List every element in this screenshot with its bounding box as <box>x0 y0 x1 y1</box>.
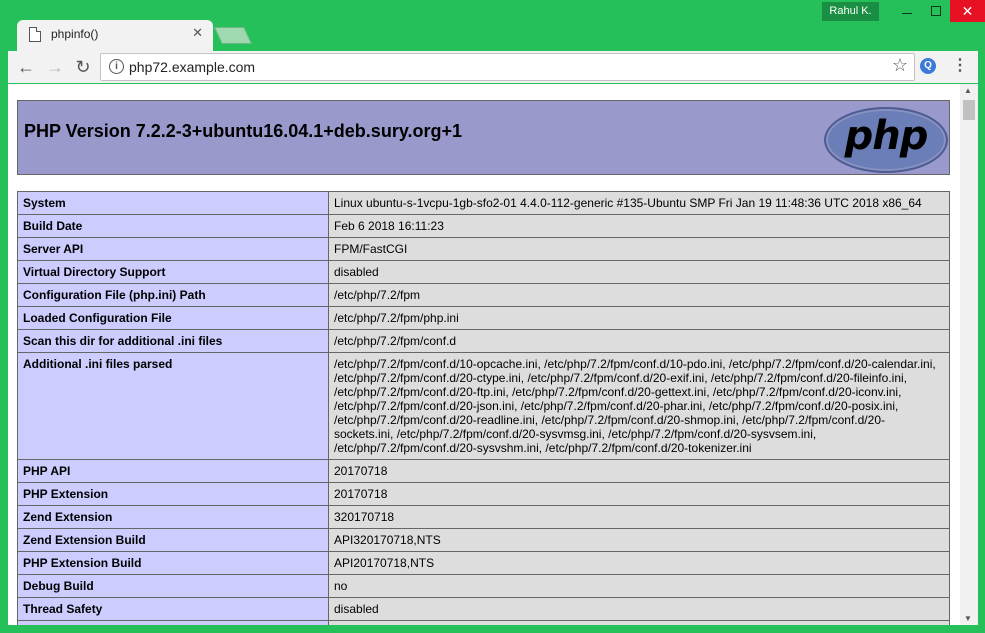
php-logo: php <box>824 107 948 173</box>
row-value: /etc/php/7.2/fpm <box>328 283 950 307</box>
row-value: API20170718,NTS <box>328 551 950 575</box>
info-table: System Linux ubuntu-s-1vcpu-1gb-sfo2-01 4… <box>17 191 950 625</box>
table-row: Virtual Directory Support disabled <box>17 260 950 284</box>
row-value: Linux ubuntu-s-1vcpu-1gb-sfo2-01 4.4.0-1… <box>328 191 950 215</box>
table-row: Scan this dir for additional .ini files /… <box>17 329 950 353</box>
row-key: Configuration File (php.ini) Path <box>17 283 329 307</box>
phpinfo-header: PHP Version 7.2.2-3+ubuntu16.04.1+deb.su… <box>17 100 950 175</box>
site-info-icon[interactable]: i <box>109 59 124 74</box>
php-logo-text: php <box>844 113 929 159</box>
row-value: /etc/php/7.2/fpm/conf.d/10-opcache.ini, … <box>328 352 950 460</box>
page-icon <box>29 27 41 42</box>
table-row: Debug Build no <box>17 574 950 598</box>
row-key: Zend Extension Build <box>17 528 329 552</box>
profile-name-badge[interactable]: Rahul K. <box>822 2 879 21</box>
address-bar[interactable]: i php72.example.com ☆ <box>100 53 915 81</box>
bookmark-star-icon[interactable]: ☆ <box>892 55 908 76</box>
row-key: Virtual Directory Support <box>17 260 329 284</box>
row-key: Scan this dir for additional .ini files <box>17 329 329 353</box>
close-window-button[interactable]: ✕ <box>950 0 985 22</box>
row-key: Zend Extension <box>17 505 329 529</box>
row-key: Debug Build <box>17 574 329 598</box>
row-key: Additional .ini files parsed <box>17 352 329 460</box>
window-bottom-border <box>0 625 985 633</box>
scroll-down-arrow-icon[interactable]: ▼ <box>964 614 972 623</box>
row-key: Server API <box>17 237 329 261</box>
title-bar: Rahul K. ✕ phpinfo() ✕ <box>0 0 985 52</box>
row-key: Thread Safety <box>17 597 329 621</box>
tab-phpinfo[interactable]: phpinfo() ✕ <box>17 20 213 51</box>
row-key: Build Date <box>17 214 329 238</box>
row-value: 20170718 <box>328 482 950 506</box>
row-value: /etc/php/7.2/fpm/conf.d <box>328 329 950 353</box>
table-row: Build Date Feb 6 2018 16:11:23 <box>17 214 950 238</box>
row-value: Feb 6 2018 16:11:23 <box>328 214 950 238</box>
extension-icon[interactable]: Q <box>920 58 936 74</box>
table-row: Additional .ini files parsed/etc/php/7.2… <box>17 352 950 460</box>
browser-toolbar: ← → ↻ i php72.example.com ☆ Q ⋮ <box>8 51 978 83</box>
table-row: PHP Extension Build API20170718,NTS <box>17 551 950 575</box>
table-row: Zend Extension 320170718 <box>17 505 950 529</box>
back-arrow-icon[interactable]: ← <box>14 55 38 79</box>
row-key: PHP Extension Build <box>17 551 329 575</box>
table-row: Thread Safety disabled <box>17 597 950 621</box>
tab-close-icon[interactable]: ✕ <box>192 25 203 41</box>
forward-arrow-icon[interactable]: → <box>43 55 67 79</box>
table-row: Loaded Configuration File/etc/php/7.2/fp… <box>17 306 950 330</box>
table-row: PHP Extension 20170718 <box>17 482 950 506</box>
row-value: /etc/php/7.2/fpm/php.ini <box>328 306 950 330</box>
maximize-button[interactable] <box>921 0 951 22</box>
row-value: FPM/FastCGI <box>328 237 950 261</box>
row-value: disabled <box>328 597 950 621</box>
row-key: PHP API <box>17 459 329 483</box>
page-content: PHP Version 7.2.2-3+ubuntu16.04.1+deb.su… <box>8 84 960 625</box>
new-tab-button[interactable] <box>214 27 252 44</box>
row-key: Loaded Configuration File <box>17 306 329 330</box>
row-value: API320170718,NTS <box>328 528 950 552</box>
table-row: Configuration File (php.ini) Path/etc/ph… <box>17 283 950 307</box>
row-key: PHP Extension <box>17 482 329 506</box>
row-value: 20170718 <box>328 459 950 483</box>
row-value: disabled <box>328 260 950 284</box>
url-text[interactable]: php72.example.com <box>129 59 255 75</box>
table-row: Zend Extension Build API320170718,NTS <box>17 528 950 552</box>
row-value: no <box>328 574 950 598</box>
table-row: Server API FPM/FastCGI <box>17 237 950 261</box>
scroll-up-arrow-icon[interactable]: ▲ <box>964 86 972 95</box>
reload-icon[interactable]: ↻ <box>71 55 95 79</box>
row-key: System <box>17 191 329 215</box>
row-value: 320170718 <box>328 505 950 529</box>
vertical-scrollbar[interactable]: ▲ ▼ <box>960 84 978 625</box>
minimize-button[interactable] <box>892 0 922 22</box>
page-title: PHP Version 7.2.2-3+ubuntu16.04.1+deb.su… <box>24 121 463 141</box>
table-row: System Linux ubuntu-s-1vcpu-1gb-sfo2-01 4… <box>17 191 950 215</box>
tab-title: phpinfo() <box>51 27 99 41</box>
table-row: PHP API 20170718 <box>17 459 950 483</box>
browser-menu-icon[interactable]: ⋮ <box>952 55 968 75</box>
scroll-thumb[interactable] <box>963 100 975 120</box>
